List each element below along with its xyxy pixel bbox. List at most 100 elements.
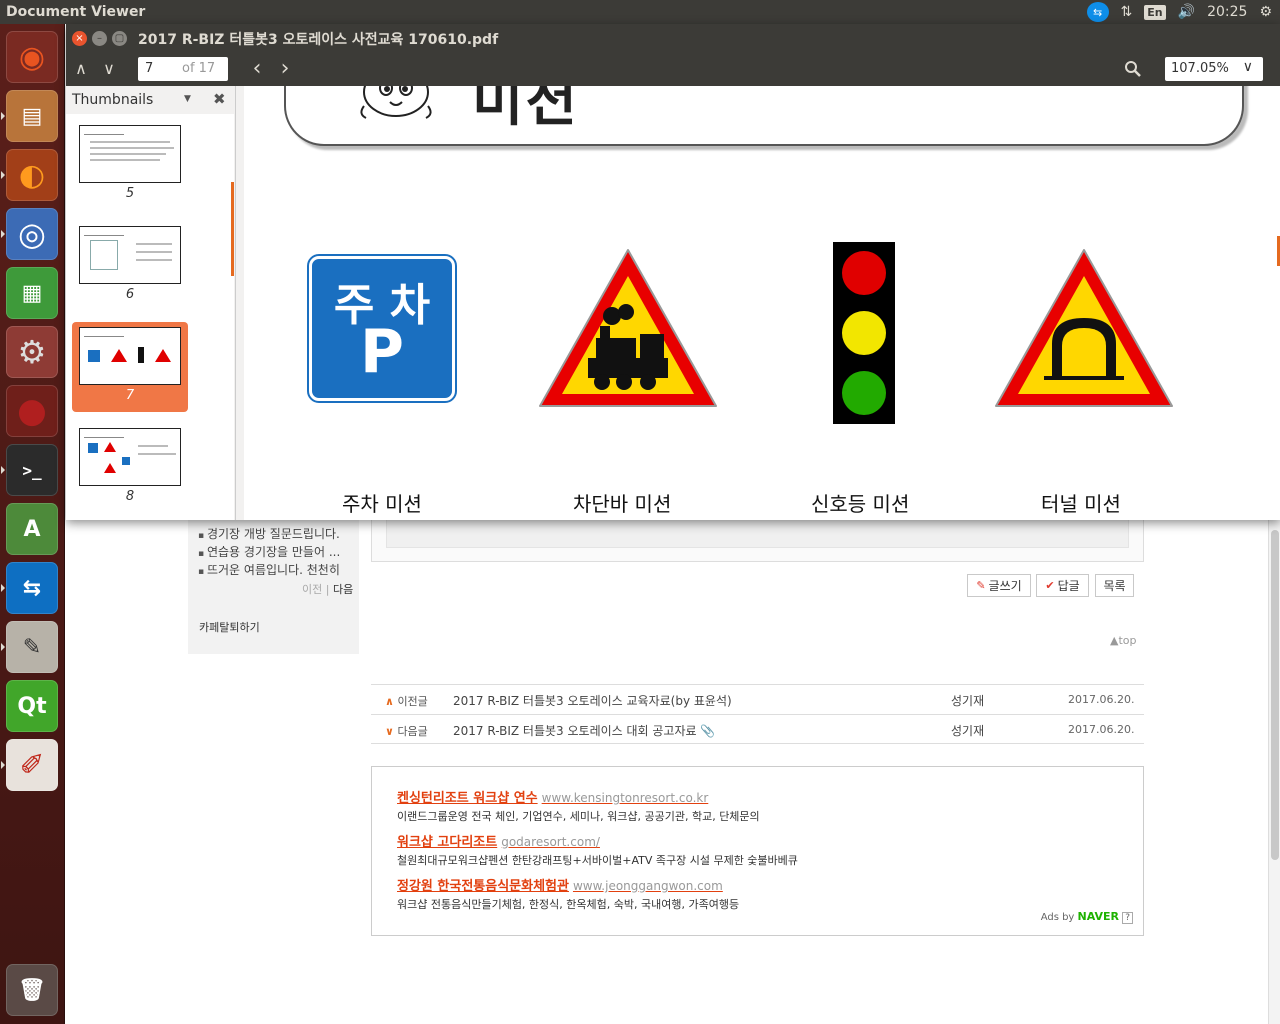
parking-sign: 주 차 P xyxy=(307,254,457,403)
side-next-link[interactable]: 다음 xyxy=(333,583,353,596)
text-editor-icon[interactable]: ✎ xyxy=(1,621,58,673)
prev-post-author[interactable]: 성기재 xyxy=(951,692,984,709)
chromium-icon[interactable]: ◎ xyxy=(1,208,58,260)
thumbnail-page-5[interactable]: 5 xyxy=(72,120,188,210)
history-back-button[interactable]: ‹ xyxy=(244,56,270,81)
ad-title: 워크샵 고다리조트 xyxy=(397,835,498,850)
ad-title: 정강원 한국전통음식문화체험관 xyxy=(397,879,569,894)
next-post-dir: 다음글 xyxy=(397,725,428,738)
thumbnail-page-8[interactable]: 8 xyxy=(72,423,188,513)
caption-barrier: 차단바 미션 xyxy=(573,492,672,516)
ads-help-button[interactable]: ? xyxy=(1122,912,1133,924)
prev-post-subject[interactable]: 2017 R-BIZ 터틀봇3 오토레이스 교육자료(by 표윤석) xyxy=(453,692,732,709)
ubuntu-logo: ◉ xyxy=(18,39,46,75)
write-button[interactable]: ✎ 글쓰기 xyxy=(967,574,1031,597)
ad-url: www.kensingtonresort.co.kr xyxy=(541,791,709,805)
attachment-icon: 📎 xyxy=(700,724,716,738)
teamviewer-glyph: ⇆ xyxy=(22,575,42,601)
zoom-select[interactable]: 107.05% ∨ xyxy=(1165,57,1263,81)
trash-icon[interactable]: 🗑 xyxy=(6,964,58,1016)
clock[interactable]: 20:25 xyxy=(1207,4,1247,20)
ad-link[interactable]: 워크샵 고다리조트 godaresort.com/ xyxy=(397,831,600,850)
close-window-button[interactable]: × xyxy=(72,31,87,46)
next-post-author[interactable]: 성기재 xyxy=(951,722,984,739)
document-page-view[interactable]: 미션 주 차 P 주차 미션 차단바 미션 신호등 미션 터널 미션 xyxy=(244,86,1280,520)
previous-page-button[interactable]: ∧ xyxy=(68,56,94,80)
reply-label: 답글 xyxy=(1057,579,1080,593)
thumbnail-image xyxy=(79,226,181,284)
zoom-value: 107.05% xyxy=(1171,61,1229,76)
sidebar-mode-label[interactable]: Thumbnails xyxy=(72,92,153,108)
system-settings-icon[interactable]: ⚙ xyxy=(6,326,58,378)
window-titlebar[interactable]: × – ▢ 2017 R-BIZ 터틀봇3 오토레이스 사전교육 170610.… xyxy=(66,24,1280,52)
next-post-subject[interactable]: 2017 R-BIZ 터틀봇3 오토레이스 대회 공고자료 📎 xyxy=(453,722,715,739)
reply-button[interactable]: ✔ 답글 xyxy=(1036,574,1089,597)
ad-link[interactable]: 켄싱턴리조트 워크샵 연수 www.kensingtonresort.co.kr xyxy=(397,787,708,806)
leave-cafe-link[interactable]: 카페탈퇴하기 xyxy=(199,619,260,635)
files-glyph: ▤ xyxy=(21,103,43,129)
chromium-glyph: ◎ xyxy=(18,215,46,253)
side-post-link[interactable]: 연습용 경기장을 만들어 ... xyxy=(198,543,340,560)
ad-link[interactable]: 정강원 한국전통음식문화체험관 www.jeonggangwon.com xyxy=(397,875,723,894)
next-post-row[interactable]: ∨ 다음글 2017 R-BIZ 터틀봇3 오토레이스 대회 공고자료 📎 성기… xyxy=(371,714,1144,744)
teamviewer-tray-icon[interactable]: ⇆ xyxy=(1086,2,1109,22)
list-button[interactable]: 목록 xyxy=(1095,574,1134,597)
qt-creator-icon[interactable]: Qt xyxy=(6,680,58,732)
side-post-link[interactable]: 경기장 개방 질문드립니다. xyxy=(198,525,340,542)
ads-by-naver: Ads by NAVER ? xyxy=(1041,910,1133,924)
caption-tunnel: 터널 미션 xyxy=(1041,492,1121,516)
keyboard-layout-indicator[interactable]: En xyxy=(1144,4,1166,20)
search-icon[interactable] xyxy=(1124,60,1142,78)
ads-by-label: Ads by xyxy=(1040,912,1075,923)
minimize-window-button[interactable]: – xyxy=(92,31,107,46)
page-number-field[interactable]: 7 of 17 xyxy=(138,57,228,81)
libreoffice-calc-icon[interactable]: ▦ xyxy=(6,267,58,319)
software-updater-icon[interactable]: A xyxy=(6,503,58,555)
firefox-icon[interactable]: ◐ xyxy=(1,149,58,201)
prev-post-label: ∧ 이전글 xyxy=(385,693,428,709)
background-webpage: 경기장 개방 질문드립니다. 연습용 경기장을 만들어 ... 뜨거운 여름입니… xyxy=(66,520,1280,1024)
next-page-button[interactable]: ∨ xyxy=(96,56,122,80)
terminal-icon[interactable]: >_ xyxy=(1,444,58,496)
mascot-illustration xyxy=(360,86,432,119)
ubuntu-dash-icon[interactable]: ◉ xyxy=(6,31,58,83)
scroll-top-link[interactable]: ▲top xyxy=(1110,634,1137,647)
document-viewer-icon[interactable]: ✐ xyxy=(1,739,58,791)
qt-glyph: Qt xyxy=(17,693,47,719)
ad-description: 이랜드그룹운영 전국 체인, 기업연수, 세미나, 워크샵, 공공기관, 학교,… xyxy=(397,810,760,823)
thumbnail-scrollbar[interactable] xyxy=(231,182,234,276)
close-sidebar-icon[interactable]: ✖ xyxy=(213,90,226,108)
thumbnail-image xyxy=(79,125,181,183)
caption-parking: 주차 미션 xyxy=(342,492,422,516)
top-label: top xyxy=(1118,634,1137,647)
prev-post-row[interactable]: ∧ 이전글 2017 R-BIZ 터틀봇3 오토레이스 교육자료(by 표윤석)… xyxy=(371,684,1144,714)
ad-title: 켄싱턴리조트 워크샵 연수 xyxy=(397,791,538,806)
page-current[interactable]: 7 xyxy=(145,61,153,76)
webpage-scroll-thumb[interactable] xyxy=(1271,530,1279,860)
history-forward-button[interactable]: › xyxy=(272,56,298,81)
webpage-scrollbar[interactable] xyxy=(1268,520,1280,1024)
naver-logo: NAVER xyxy=(1077,910,1120,923)
thumbnail-page-7-selected[interactable]: 7 xyxy=(72,322,188,412)
sidebar-mode-dropdown-icon[interactable]: ▼ xyxy=(184,94,191,104)
slide-title-banner: 미션 xyxy=(284,86,1244,146)
list-label: 목록 xyxy=(1103,579,1126,593)
teamviewer-icon[interactable]: ⇆ xyxy=(1,562,58,614)
red-app-icon[interactable]: ● xyxy=(6,385,58,437)
side-post-link[interactable]: 뜨거운 여름입니다. 천천히 xyxy=(198,561,340,578)
next-post-label: ∨ 다음글 xyxy=(385,723,428,739)
post-inner xyxy=(386,520,1129,548)
settings-gear-icon[interactable]: ⚙ xyxy=(1259,4,1272,20)
chevron-down-icon: ∨ xyxy=(385,725,394,738)
maximize-window-button[interactable]: ▢ xyxy=(112,31,127,46)
volume-icon[interactable]: 🔊 xyxy=(1178,4,1195,20)
side-prev-link[interactable]: 이전 xyxy=(302,583,322,596)
pencil-icon: ✎ xyxy=(976,579,986,592)
yellow-light xyxy=(842,311,886,355)
viewer-toolbar: ∧ ∨ 7 of 17 ‹ › 107.05% ∨ xyxy=(66,52,1280,86)
prev-post-dir: 이전글 xyxy=(397,695,428,708)
thumbnail-page-6[interactable]: 6 xyxy=(72,221,188,311)
network-icon[interactable]: ⇅ xyxy=(1121,4,1133,20)
thumbnail-list[interactable]: 5 6 7 8 xyxy=(66,114,234,520)
files-icon[interactable]: ▤ xyxy=(1,90,58,142)
